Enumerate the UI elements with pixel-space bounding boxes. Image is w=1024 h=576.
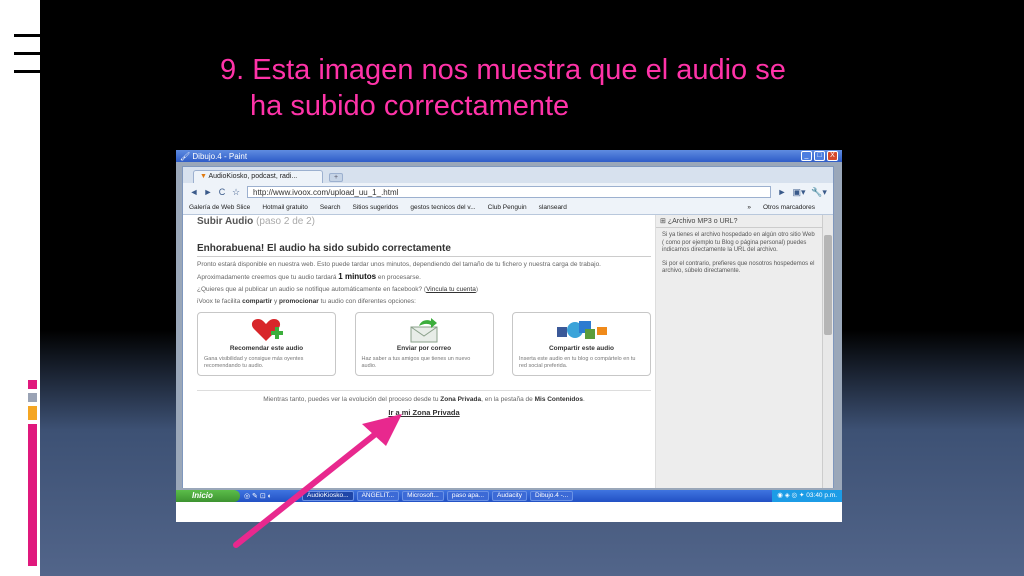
help-icon: ⊞ — [660, 218, 666, 225]
tools-menu-icon[interactable]: 🔧▾ — [809, 187, 829, 198]
go-icon[interactable]: ► — [775, 187, 789, 197]
reload-icon[interactable]: C — [215, 187, 229, 197]
back-icon[interactable]: ◄ — [187, 187, 201, 197]
forward-icon[interactable]: ► — [201, 187, 215, 197]
card-enviar-correo[interactable]: Enviar por correo Haz saber a tus amigos… — [354, 312, 494, 376]
bookmark-item[interactable]: Sitios sugeridos — [352, 204, 398, 211]
tab-title: AudioKiosko, podcast, radi... — [208, 173, 298, 180]
bookmark-item[interactable]: gestos tecnicos del v... — [410, 204, 475, 211]
screenshot-image: 🖌 Dibujo.4 - Paint _ □ X ▼ AudioKiosko, … — [176, 150, 842, 522]
taskbar-item[interactable]: paso apa... — [446, 491, 490, 501]
accent-bar-pink-long — [28, 424, 37, 566]
share-options: Recomendar este audio Gana visibilidad y… — [197, 312, 651, 376]
taskbar-item[interactable]: ANGELIT... — [356, 491, 400, 501]
card-title: Recomendar este audio — [229, 345, 304, 352]
windows-taskbar: Inicio ◎ ✎ ⊡ ◐ AudioKiosko... ANGELIT...… — [176, 490, 842, 502]
page-sidebar: ⊞ ¿Archivo MP3 o URL? Si ya tienes el ar… — [655, 215, 823, 488]
paint-titlebar: 🖌 Dibujo.4 - Paint _ □ X — [176, 150, 842, 162]
section-title-text: Subir Audio — [197, 216, 254, 227]
social-icons — [519, 317, 644, 343]
bookmark-item[interactable]: Hotmail gratuito — [262, 204, 308, 211]
success-heading: Enhorabuena! El audio ha sido subido cor… — [197, 243, 651, 257]
taskbar-item[interactable]: Audacity — [492, 491, 527, 501]
share-intro: iVoox te facilita compartir y promociona… — [197, 298, 416, 305]
other-bookmarks[interactable]: Otros marcadores — [763, 204, 815, 211]
favicon-icon: ▼ — [200, 173, 207, 180]
slide-title-line-2: ha subido correctamente — [250, 90, 570, 122]
star-icon[interactable]: ☆ — [229, 187, 243, 198]
processing-time: 1 minutos — [338, 272, 377, 281]
envelope-icon — [362, 317, 487, 343]
maximize-button[interactable]: □ — [814, 151, 825, 161]
quick-launch[interactable]: ◎ ✎ ⊡ ◐ — [240, 492, 302, 500]
section-title: Subir Audio (paso 2 de 2) — [197, 216, 651, 227]
paint-canvas-area: ▼ AudioKiosko, podcast, radi... + ◄ ► C … — [176, 162, 842, 490]
accent-bar-pink-top — [28, 380, 37, 389]
bookmarks-bar: Galería de Web Slice Hotmail gratuito Se… — [183, 201, 833, 215]
card-recomendar[interactable]: Recomendar este audio Gana visibilidad y… — [197, 312, 336, 376]
minimize-button[interactable]: _ — [801, 151, 812, 161]
film-frame-decoration — [14, 20, 44, 90]
bookmark-item[interactable]: slanseard — [539, 204, 567, 211]
vertical-scrollbar[interactable] — [822, 215, 833, 488]
web-page: Subir Audio (paso 2 de 2) Enhorabuena! E… — [183, 215, 823, 488]
card-compartir[interactable]: Compartir este audio Inserta este audio … — [512, 312, 651, 376]
scrollbar-thumb[interactable] — [824, 235, 832, 335]
bookmarks-more-icon[interactable]: » — [747, 204, 751, 211]
card-title: Compartir este audio — [548, 345, 614, 352]
card-description: Haz saber a tus amigos que tienes un nue… — [361, 356, 471, 369]
paint-icon: 🖌 — [180, 151, 191, 161]
close-button[interactable]: X — [827, 151, 838, 161]
card-description: Gana visibilidad y consigue más oyentes … — [204, 356, 304, 369]
accent-bar-gray — [28, 393, 37, 402]
card-title: Enviar por correo — [396, 345, 452, 352]
bookmark-item[interactable]: Club Penguin — [488, 204, 527, 211]
card-description: Inserta este audio en tu blog o compárte… — [519, 356, 636, 369]
browser-window: ▼ AudioKiosko, podcast, radi... + ◄ ► C … — [182, 166, 834, 488]
link-vincula-cuenta[interactable]: Vincula tu cuenta — [426, 286, 476, 293]
slide-title: 9. Esta imagen nos muestra que el audio … — [220, 52, 900, 124]
bookmark-item[interactable]: Search — [320, 204, 341, 211]
processing-estimate: Aproximadamente creemos que tu audio tar… — [197, 272, 421, 282]
facebook-notice: ¿Quieres que al publicar un audio se not… — [197, 286, 479, 293]
address-bar[interactable]: http://www.ivoox.com/upload_uu_1_.html — [247, 186, 771, 198]
taskbar-item[interactable]: AudioKiosko... — [302, 491, 354, 501]
paint-window-title: Dibujo.4 - Paint — [192, 151, 248, 161]
page-menu-icon[interactable]: ▣▾ — [789, 187, 809, 198]
sidebar-paragraph-2: Si por el contrario, prefieres que nosot… — [662, 260, 815, 275]
browser-tab[interactable]: ▼ AudioKiosko, podcast, radi... — [193, 170, 323, 183]
taskbar-item[interactable]: Dibujo.4 -... — [529, 491, 574, 501]
navigation-bar: ◄ ► C ☆ http://www.ivoox.com/upload_uu_1… — [183, 183, 833, 201]
system-tray: ◉ ◈ ◎ ✦ 03:40 p.m. — [772, 490, 842, 502]
sidebar-help-text: Si ya tienes el archivo hospedado en alg… — [662, 232, 817, 276]
taskbar-item[interactable]: Microsoft... — [402, 491, 444, 501]
zona-privada-link[interactable]: Ir a mi Zona Privada — [197, 408, 651, 417]
page-main-content: Subir Audio (paso 2 de 2) Enhorabuena! E… — [197, 215, 651, 488]
sidebar-paragraph-1: Si ya tienes el archivo hospedado en alg… — [662, 232, 815, 253]
tray-icons: ◉ ◈ ◎ ✦ — [777, 492, 805, 499]
accent-bar-orange — [28, 406, 37, 420]
heart-plus-icon — [204, 317, 329, 343]
clock: 03:40 p.m. — [806, 492, 837, 499]
info-paragraph: Pronto estará disponible en nuestra web.… — [197, 261, 601, 268]
step-indicator: (paso 2 de 2) — [256, 216, 316, 227]
start-button[interactable]: Inicio — [176, 490, 240, 502]
bookmark-item[interactable]: Galería de Web Slice — [189, 204, 250, 211]
new-tab-button[interactable]: + — [329, 173, 343, 182]
tab-strip: ▼ AudioKiosko, podcast, radi... + — [183, 167, 833, 183]
footer-note: Mientras tanto, puedes ver la evolución … — [197, 390, 651, 403]
slide-title-line-1: 9. Esta imagen nos muestra que el audio … — [220, 54, 786, 86]
sidebar-heading: ⊞ ¿Archivo MP3 o URL? — [656, 215, 823, 228]
